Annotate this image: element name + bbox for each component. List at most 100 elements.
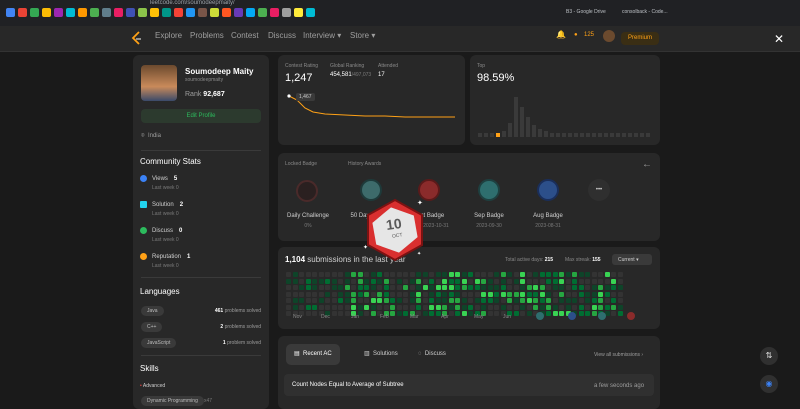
heatmap-cell[interactable]	[507, 272, 512, 277]
heatmap-cell[interactable]	[572, 291, 577, 297]
translate-icon[interactable]: ⇅	[760, 347, 778, 365]
heatmap-cell[interactable]	[305, 291, 311, 297]
heatmap-cell[interactable]	[461, 311, 467, 316]
heatmap-cell[interactable]	[318, 291, 324, 297]
heatmap-cell[interactable]	[513, 285, 519, 290]
daily-challenge-badge-icon[interactable]	[296, 180, 318, 202]
heatmap-cell[interactable]	[429, 298, 434, 303]
heatmap-cell[interactable]	[364, 272, 369, 277]
heatmap-cell[interactable]	[383, 272, 389, 277]
heatmap-cell[interactable]	[338, 272, 343, 277]
heatmap-cell[interactable]	[344, 304, 350, 310]
heatmap-cell[interactable]	[611, 285, 616, 290]
heatmap-cell[interactable]	[312, 285, 317, 290]
heatmap-cell[interactable]	[552, 304, 558, 310]
heatmap-cell[interactable]	[331, 311, 337, 316]
heatmap-cell[interactable]	[481, 285, 486, 290]
heatmap-cell[interactable]	[552, 272, 558, 277]
heatmap-cell[interactable]	[403, 285, 408, 290]
heatmap-cell[interactable]	[364, 278, 369, 284]
bookmark-icon[interactable]	[270, 8, 279, 17]
heatmap-cell[interactable]	[312, 278, 317, 284]
heatmap-cell[interactable]	[572, 272, 577, 277]
heatmap-cell[interactable]	[500, 291, 506, 297]
heatmap-cell[interactable]	[617, 311, 623, 316]
heatmap-cell[interactable]	[578, 278, 584, 284]
heatmap-cell[interactable]	[370, 304, 376, 310]
heatmap-cell[interactable]	[396, 311, 402, 316]
heatmap-cell[interactable]	[442, 272, 447, 277]
heatmap-cell[interactable]	[468, 285, 473, 290]
heatmap-cell[interactable]	[396, 285, 402, 290]
heatmap-cell[interactable]	[292, 304, 298, 310]
heatmap-cell[interactable]	[396, 278, 402, 284]
bookmark-icon[interactable]	[30, 8, 39, 17]
bookmark-icon[interactable]	[66, 8, 75, 17]
heatmap-cell[interactable]	[513, 272, 519, 277]
nav-store[interactable]: Store ▾	[350, 29, 375, 43]
heatmap-cell[interactable]	[318, 285, 324, 290]
heatmap-cell[interactable]	[442, 291, 447, 297]
heatmap-cell[interactable]	[383, 291, 389, 297]
nav-interview[interactable]: Interview ▾	[303, 29, 341, 43]
heatmap-cell[interactable]	[344, 311, 350, 316]
heatmap-cell[interactable]	[292, 291, 298, 297]
heatmap-cell[interactable]	[494, 285, 499, 290]
heatmap-cell[interactable]	[604, 272, 610, 277]
heatmap-cell[interactable]	[468, 298, 473, 303]
close-icon[interactable]: ✕	[774, 32, 784, 46]
heatmap-cell[interactable]	[513, 291, 519, 297]
heatmap-cell[interactable]	[344, 298, 350, 303]
heatmap-cell[interactable]	[435, 291, 441, 297]
heatmap-cell[interactable]	[422, 291, 428, 297]
heatmap-cell[interactable]	[383, 298, 389, 303]
heatmap-cell[interactable]	[455, 291, 460, 297]
heatmap-cell[interactable]	[286, 311, 291, 316]
heatmap-cell[interactable]	[507, 285, 512, 290]
view-all-link[interactable]: View all submissions ›	[594, 352, 643, 358]
heatmap-cell[interactable]	[357, 291, 363, 297]
heatmap-cell[interactable]	[461, 298, 467, 303]
heatmap-cell[interactable]	[448, 291, 454, 297]
bookmark-icon[interactable]	[198, 8, 207, 17]
heatmap-cell[interactable]	[598, 304, 603, 310]
heatmap-cell[interactable]	[383, 285, 389, 290]
heatmap-cell[interactable]	[318, 304, 324, 310]
heatmap-cell[interactable]	[507, 291, 512, 297]
heatmap-cell[interactable]	[591, 291, 597, 297]
heatmap-cell[interactable]	[455, 298, 460, 303]
heatmap-cell[interactable]	[442, 278, 447, 284]
heatmap-cell[interactable]	[481, 278, 486, 284]
heatmap-cell[interactable]	[539, 285, 545, 290]
heatmap-cell[interactable]	[299, 278, 304, 284]
heatmap-cell[interactable]	[377, 298, 382, 303]
heatmap-cell[interactable]	[292, 298, 298, 303]
heatmap-cell[interactable]	[552, 291, 558, 297]
heatmap-cell[interactable]	[305, 311, 311, 316]
heatmap-cell[interactable]	[591, 311, 597, 316]
heatmap-cell[interactable]	[598, 298, 603, 303]
heatmap-cell[interactable]	[565, 272, 571, 277]
heatmap-cell[interactable]	[396, 272, 402, 277]
skill-chip[interactable]: Dynamic Programming	[141, 396, 204, 406]
heatmap-cell[interactable]	[351, 272, 356, 277]
heatmap-cell[interactable]	[468, 304, 473, 310]
heatmap-cell[interactable]	[390, 278, 395, 284]
heatmap-cell[interactable]	[598, 278, 603, 284]
heatmap-cell[interactable]	[409, 272, 415, 277]
heatmap-cell[interactable]	[494, 278, 499, 284]
heatmap-cell[interactable]	[565, 285, 571, 290]
heatmap-cell[interactable]	[598, 272, 603, 277]
heatmap-cell[interactable]	[533, 272, 538, 277]
heatmap-cell[interactable]	[448, 311, 454, 316]
heatmap-cell[interactable]	[325, 304, 330, 310]
heatmap-cell[interactable]	[455, 278, 460, 284]
heatmap-cell[interactable]	[559, 278, 564, 284]
heatmap-cell[interactable]	[572, 304, 577, 310]
heatmap-cell[interactable]	[578, 311, 584, 316]
heatmap-cell[interactable]	[526, 278, 532, 284]
heatmap-cell[interactable]	[481, 272, 486, 277]
heatmap-cell[interactable]	[338, 298, 343, 303]
bookmark-icon[interactable]	[186, 8, 195, 17]
heatmap-cell[interactable]	[370, 291, 376, 297]
